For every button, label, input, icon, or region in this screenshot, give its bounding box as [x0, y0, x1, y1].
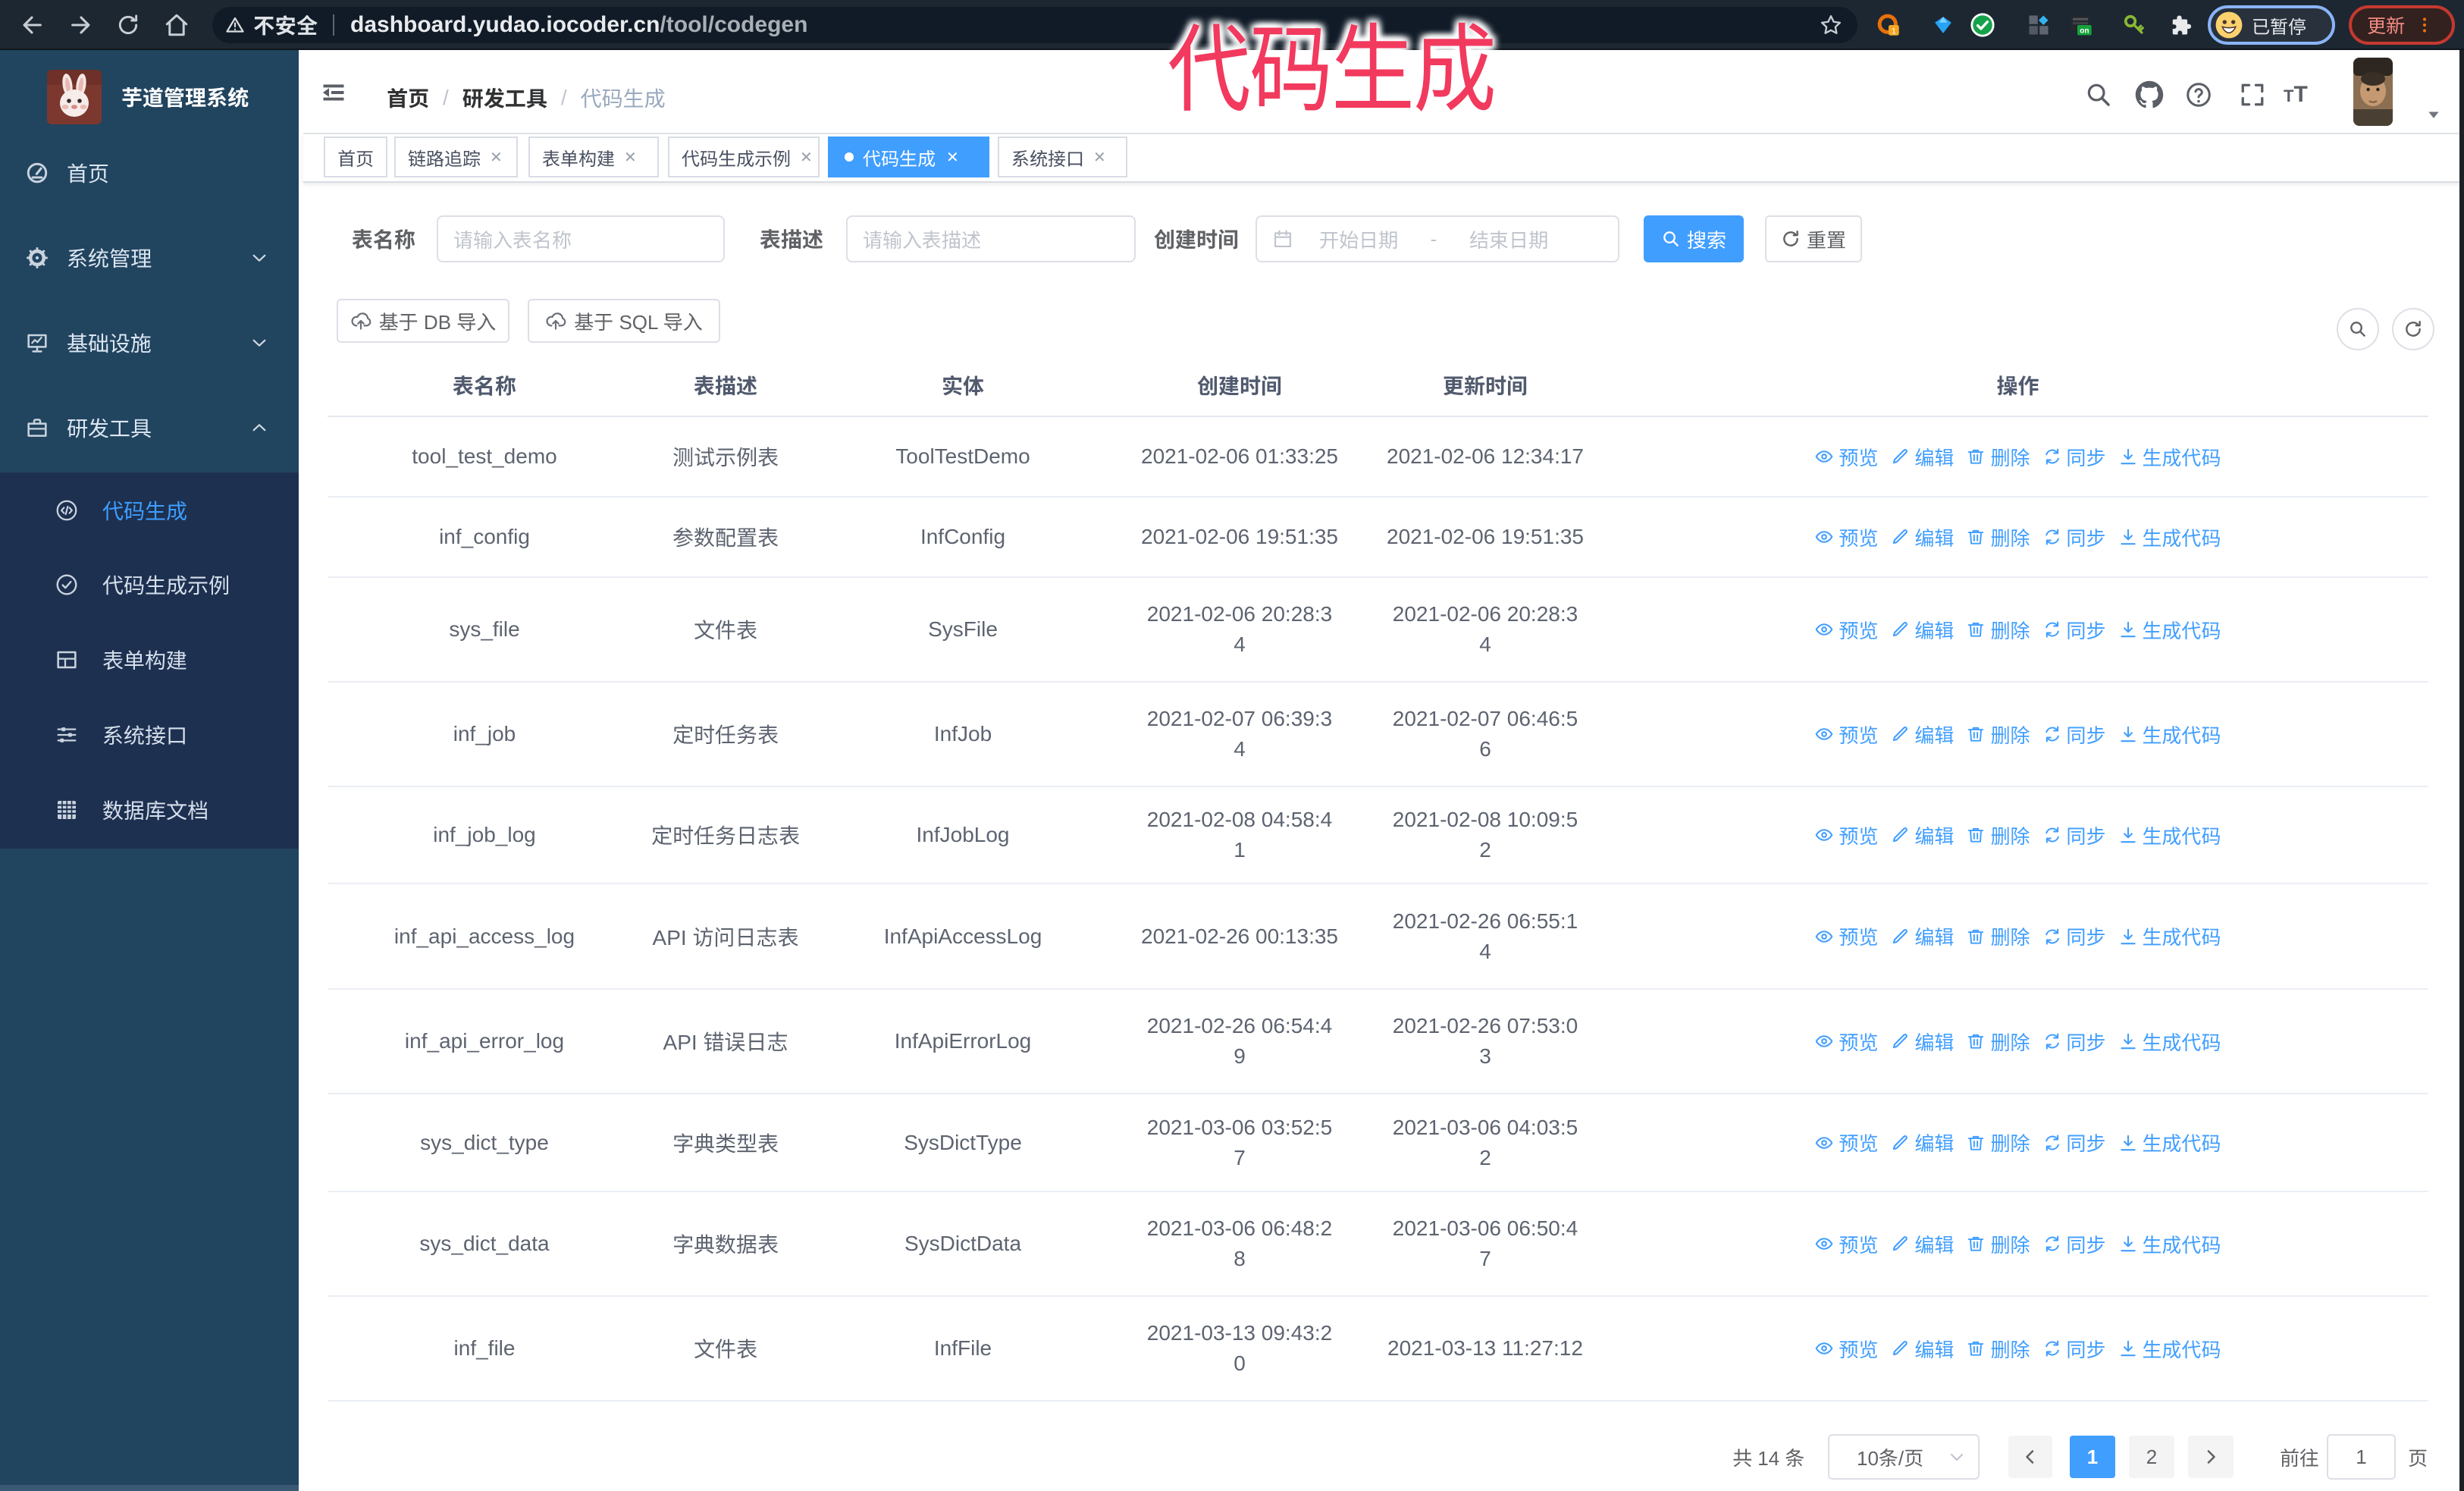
svg-text:1: 1	[1892, 27, 1896, 36]
svg-text:on: on	[2080, 27, 2089, 36]
